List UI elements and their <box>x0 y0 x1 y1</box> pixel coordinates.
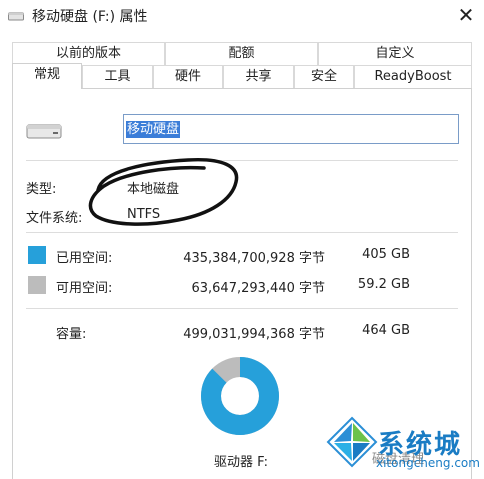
drive-name-input[interactable]: 移动硬盘 <box>123 114 459 144</box>
tab-hardware[interactable]: 硬件 <box>153 65 223 88</box>
file-system-value: NTFS <box>127 207 161 222</box>
title-bar: 移动硬盘 (F:) 属性 ✕ <box>0 0 484 32</box>
tab-general[interactable]: 常规 <box>12 63 82 89</box>
tab-tools[interactable]: 工具 <box>82 65 153 88</box>
type-label: 类型: <box>26 182 57 197</box>
tab-previous-versions[interactable]: 以前的版本 <box>12 42 165 65</box>
separator <box>26 232 458 233</box>
tab-readyboost[interactable]: ReadyBoost <box>354 65 472 88</box>
used-space-size: 405 GB <box>362 247 410 262</box>
window-title: 移动硬盘 (F:) 属性 <box>32 9 148 25</box>
capacity-bytes: 499,031,994,368 字节 <box>183 327 325 342</box>
drive-letter-label: 驱动器 F: <box>214 455 268 470</box>
used-space-label: 已用空间: <box>56 251 113 266</box>
tab-quota[interactable]: 配额 <box>165 42 318 65</box>
tab-customize[interactable]: 自定义 <box>318 42 472 65</box>
tab-sharing[interactable]: 共享 <box>223 65 294 88</box>
watermark-url: xitongcheng.com <box>376 456 480 470</box>
drive-icon <box>26 124 62 139</box>
separator <box>26 160 458 161</box>
separator <box>26 308 458 309</box>
drive-icon <box>8 12 24 21</box>
free-space-bytes: 63,647,293,440 字节 <box>191 281 325 296</box>
capacity-label: 容量: <box>56 327 87 342</box>
watermark-logo-icon <box>326 416 378 468</box>
drive-name-selection: 移动硬盘 <box>126 121 181 138</box>
properties-dialog: 移动硬盘 (F:) 属性 ✕ 以前的版本 配额 自定义 常规 工具 硬件 共享 … <box>0 0 484 479</box>
free-space-size: 59.2 GB <box>357 277 410 292</box>
usage-donut <box>201 357 279 435</box>
capacity-size: 464 GB <box>362 323 410 338</box>
close-button[interactable]: ✕ <box>452 2 480 28</box>
free-space-swatch <box>28 276 46 294</box>
used-space-bytes: 435,384,700,928 字节 <box>183 251 325 266</box>
file-system-label: 文件系统: <box>26 211 83 226</box>
close-icon: ✕ <box>457 3 475 27</box>
type-value: 本地磁盘 <box>127 182 180 197</box>
used-space-swatch <box>28 246 46 264</box>
free-space-label: 可用空间: <box>56 281 113 296</box>
tab-security[interactable]: 安全 <box>294 65 354 88</box>
